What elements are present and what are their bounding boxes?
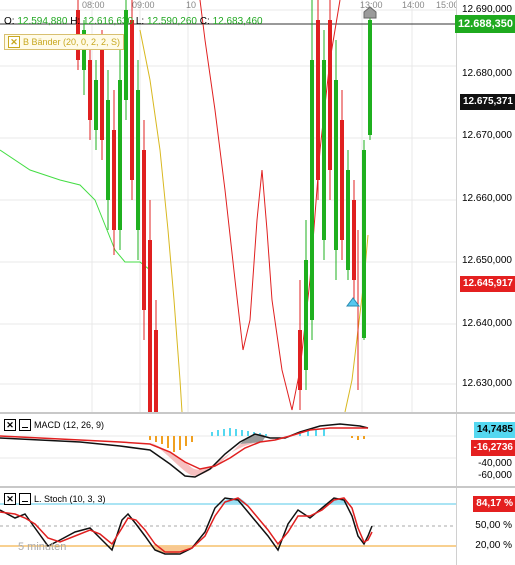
macd-signal-badge: -16,2736 <box>470 440 515 456</box>
buy-signal-marker <box>346 297 360 307</box>
stochastic-tick: 20,00 % <box>475 540 512 551</box>
time-label-0800: 08:00 <box>82 0 105 10</box>
close-icon[interactable]: ✕ <box>4 419 16 431</box>
timeframe-watermark: 5 minuten <box>18 541 67 553</box>
macd-tick: -40,000 <box>478 458 512 469</box>
ohlc-readout: O: 12.594,880 H: 12.616,630 L: 12.590,26… <box>4 16 263 27</box>
price-axis[interactable]: 12.690,000 12.680,000 12.670,000 12.660,… <box>454 0 515 412</box>
crosshair-price-badge: 12.675,371 <box>459 94 515 110</box>
close-value: 12.683,460 <box>212 16 263 27</box>
price-chart-canvas <box>0 0 456 412</box>
candles-left <box>76 0 158 412</box>
time-label-10: 10 <box>186 0 197 10</box>
macd-value-badge: 14,7485 <box>473 422 515 438</box>
time-label-1400: 14:00 <box>402 0 425 10</box>
open-value: 12.594,880 <box>17 16 68 27</box>
last-price-badge: 12.688,350 <box>454 15 515 33</box>
price-tick: 12.690,000 <box>461 4 512 15</box>
macd-legend-label: MACD (12, 26, 9) <box>34 420 105 430</box>
time-label-0900: 09:00 <box>132 0 155 10</box>
high-label: H: <box>70 16 81 27</box>
price-tick: 12.630,000 <box>461 378 512 389</box>
stochastic-axis[interactable]: 84,17 % 50,00 % 20,00 % <box>456 488 515 565</box>
high-value: 12.616,630 <box>82 16 134 27</box>
time-label-1300: 13:00 <box>360 0 383 10</box>
price-tick: 12.680,000 <box>461 68 512 79</box>
stochastic-value-badge: 84,17 % <box>473 496 515 512</box>
price-chart-pane[interactable]: 08:00 09:00 10 13:00 14:00 15:00 O: 12.5… <box>0 0 459 412</box>
open-label: O: <box>4 16 15 27</box>
low-label: L: <box>135 16 145 27</box>
stochastic-legend-label: L. Stoch (10, 3, 3) <box>34 494 106 504</box>
bollinger-upper-band <box>139 29 183 412</box>
price-tick: 12.650,000 <box>461 255 512 266</box>
macd-legend: ✕ MACD (12, 26, 9) <box>4 418 104 432</box>
close-icon[interactable]: ✕ <box>8 36 20 48</box>
macd-tick: -60,000 <box>478 470 512 481</box>
low-value: 12.590,260 <box>146 16 197 27</box>
macd-pane[interactable]: ✕ MACD (12, 26, 9) <box>0 414 456 486</box>
close-icon[interactable]: ✕ <box>4 493 16 505</box>
candles-right <box>298 0 372 410</box>
stochastic-legend: ✕ L. Stoch (10, 3, 3) <box>4 492 106 506</box>
bollinger-middle-badge: 12.645,917 <box>459 276 515 292</box>
stochastic-pane[interactable]: ✕ L. Stoch (10, 3, 3) 5 minuten <box>0 488 456 565</box>
close-label: C: <box>199 16 210 27</box>
bollinger-legend: ✕ B Bänder (20, 0, 2, 2, S) <box>4 34 125 50</box>
price-tick: 12.660,000 <box>461 193 512 204</box>
price-tick: 12.640,000 <box>461 318 512 329</box>
macd-axis[interactable]: 14,7485 -16,2736 -40,000 -60,000 <box>456 414 515 486</box>
bollinger-lower-band <box>0 149 151 271</box>
minimize-icon[interactable] <box>19 419 31 431</box>
bollinger-legend-label: B Bänder (20, 0, 2, 2, S) <box>23 37 121 47</box>
price-tick: 12.670,000 <box>461 130 512 141</box>
minimize-icon[interactable] <box>19 493 31 505</box>
stochastic-tick: 50,00 % <box>475 520 512 531</box>
